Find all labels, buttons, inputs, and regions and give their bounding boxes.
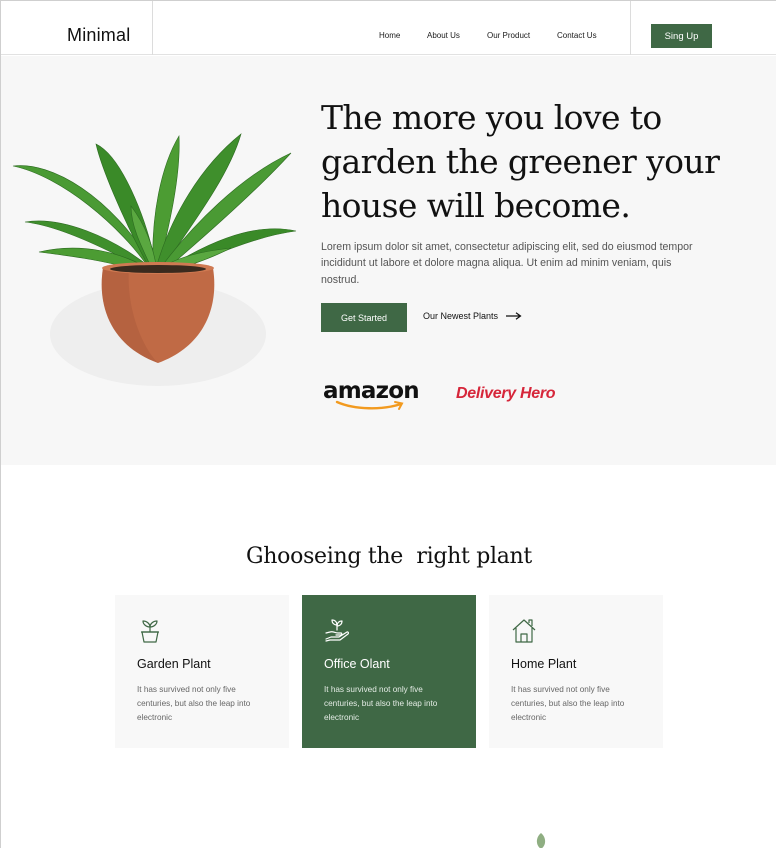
nav-contact-us[interactable]: Contact Us xyxy=(557,31,597,40)
page: Minimal Home About Us Our Product Contac… xyxy=(0,0,776,848)
nav-home[interactable]: Home xyxy=(379,31,400,40)
plant-card-garden[interactable]: Garden Plant It has survived not only fi… xyxy=(115,595,289,748)
amazon-logo: amazon xyxy=(323,378,420,410)
hero-headline: The more you love to garden the greener … xyxy=(321,96,741,228)
site-logo[interactable]: Minimal xyxy=(67,25,130,46)
card-description: It has survived not only five centuries,… xyxy=(511,685,625,722)
card-title: Garden Plant xyxy=(137,657,211,671)
card-title: Office Olant xyxy=(324,657,390,671)
delivery-hero-logo: Delivery Hero xyxy=(456,385,556,402)
sign-up-button[interactable]: Sing Up xyxy=(651,24,712,48)
hand-plant-icon xyxy=(325,619,350,642)
nav-our-product[interactable]: Our Product xyxy=(487,31,530,40)
section-title: Ghooseing the right plant xyxy=(246,544,532,569)
hero-description: Lorem ipsum dolor sit amet, consectetur … xyxy=(321,241,693,286)
card-title: Home Plant xyxy=(511,657,577,671)
potted-plant-icon xyxy=(141,620,159,643)
headline-line: garden the greener your xyxy=(321,142,720,181)
headline-line: The more you love to xyxy=(321,98,662,137)
top-header: Minimal Home About Us Our Product Contac… xyxy=(1,1,776,55)
newest-plants-link[interactable]: Our Newest Plants xyxy=(423,311,522,321)
card-description: It has survived not only five centuries,… xyxy=(137,685,251,722)
header-divider xyxy=(152,1,153,55)
get-started-button[interactable]: Get Started xyxy=(321,303,407,332)
arrow-right-icon xyxy=(506,312,522,320)
leaf-decoration xyxy=(536,833,546,848)
hero-section: The more you love to garden the greener … xyxy=(1,56,776,465)
header-divider xyxy=(630,1,631,55)
plant-card-office[interactable]: Office Olant It has survived not only fi… xyxy=(302,595,476,748)
house-icon xyxy=(512,619,536,643)
newest-plants-label: Our Newest Plants xyxy=(423,311,499,321)
amazon-smile-icon xyxy=(335,400,404,410)
nav-about-us[interactable]: About Us xyxy=(427,31,460,40)
plant-card-home[interactable]: Home Plant It has survived not only five… xyxy=(489,595,663,748)
potted-plant-image xyxy=(12,133,297,363)
card-description: It has survived not only five centuries,… xyxy=(324,685,438,722)
headline-line: house will become. xyxy=(321,186,631,225)
